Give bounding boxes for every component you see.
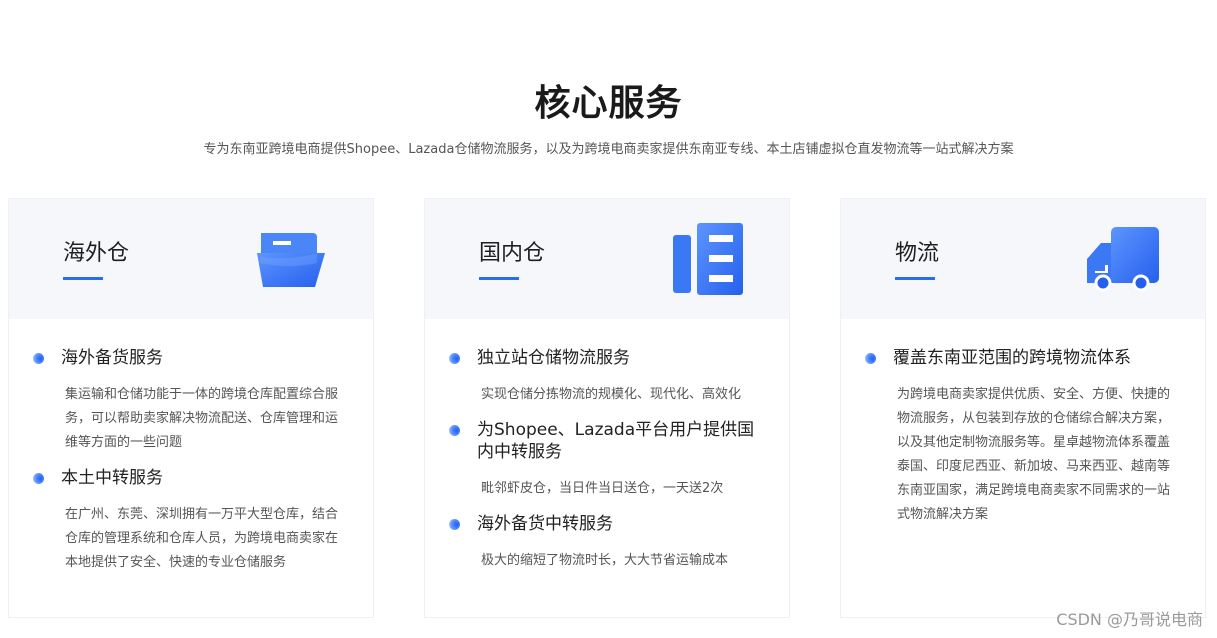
card-header: 物流: [841, 199, 1205, 319]
card-body: 独立站仓储物流服务 实现仓储分拣物流的规模化、现代化、高效化 为Shopee、L…: [425, 319, 789, 573]
bullet-dot-icon: [33, 353, 44, 364]
list-item: 本土中转服务 在广州、东莞、深圳拥有一万平大型仓库，结合仓库的管理系统和仓库人员…: [33, 467, 349, 575]
service-card-logistics[interactable]: 物流 覆盖东南亚范围的跨境物流体系 为跨境电商卖家提供优质、安全、方便、快捷的物…: [840, 198, 1206, 618]
card-body: 覆盖东南亚范围的跨境物流体系 为跨境电商卖家提供优质、安全、方便、快捷的物流服务…: [841, 319, 1205, 527]
service-card-domestic-warehouse[interactable]: 国内仓 独立站仓储物流服务 实现仓储分拣物流的规模化、现代化、高效化 为Shop…: [424, 198, 790, 618]
item-description: 毗邻虾皮仓，当日件当日送仓，一天送2次: [481, 481, 724, 496]
card-title: 国内仓: [479, 241, 546, 266]
section-subtitle: 专为东南亚跨境电商提供Shopee、Lazada仓储物流服务，以及为跨境电商卖家…: [203, 142, 1014, 157]
list-item: 海外备货服务 集运输和仓储功能于一体的跨境仓库配置综合服务，可以帮助卖家解决物流…: [33, 347, 349, 455]
folder-icon: [257, 233, 325, 287]
card-title: 物流: [895, 241, 940, 266]
section-title: 核心服务: [534, 83, 683, 124]
item-title: 海外备货服务: [33, 347, 349, 369]
item-title: 独立站仓储物流服务: [449, 347, 765, 369]
card-header: 国内仓: [425, 199, 789, 319]
item-description: 极大的缩短了物流时长，大大节省运输成本: [481, 553, 729, 568]
truck-icon: [1087, 227, 1159, 292]
bullet-dot-icon: [449, 425, 460, 436]
bullet-dot-icon: [865, 353, 876, 364]
card-title: 海外仓: [63, 241, 130, 266]
item-title: 为Shopee、Lazada平台用户提供国内中转服务: [449, 419, 765, 463]
item-title: 海外备货中转服务: [449, 513, 765, 535]
item-description: 为跨境电商卖家提供优质、安全、方便、快捷的物流服务，从包装到存放的仓储综合解决方…: [897, 387, 1171, 522]
service-card-overseas-warehouse[interactable]: 海外仓 海外备货服务 集运输和仓储功能于一体的跨境仓库配置综合服务，可以帮助卖家…: [8, 198, 374, 618]
list-item: 海外备货中转服务 极大的缩短了物流时长，大大节省运输成本: [449, 513, 765, 573]
list-item: 覆盖东南亚范围的跨境物流体系 为跨境电商卖家提供优质、安全、方便、快捷的物流服务…: [865, 347, 1181, 527]
bullet-dot-icon: [449, 519, 460, 530]
item-title: 本土中转服务: [33, 467, 349, 489]
list-item: 为Shopee、Lazada平台用户提供国内中转服务 毗邻虾皮仓，当日件当日送仓…: [449, 419, 765, 501]
warehouse-shelf-icon: [673, 223, 743, 295]
bullet-dot-icon: [33, 473, 44, 484]
bullet-dot-icon: [449, 353, 460, 364]
title-underline: [479, 277, 519, 280]
title-underline: [63, 277, 103, 280]
list-item: 独立站仓储物流服务 实现仓储分拣物流的规模化、现代化、高效化: [449, 347, 765, 407]
watermark: CSDN @乃哥说电商: [1056, 610, 1203, 629]
item-description: 集运输和仓储功能于一体的跨境仓库配置综合服务，可以帮助卖家解决物流配送、仓库管理…: [65, 387, 339, 450]
card-header: 海外仓: [9, 199, 373, 319]
card-body: 海外备货服务 集运输和仓储功能于一体的跨境仓库配置综合服务，可以帮助卖家解决物流…: [9, 319, 373, 575]
item-title: 覆盖东南亚范围的跨境物流体系: [865, 347, 1181, 369]
item-description: 在广州、东莞、深圳拥有一万平大型仓库，结合仓库的管理系统和仓库人员，为跨境电商卖…: [65, 507, 339, 570]
title-underline: [895, 277, 935, 280]
item-description: 实现仓储分拣物流的规模化、现代化、高效化: [481, 387, 742, 402]
